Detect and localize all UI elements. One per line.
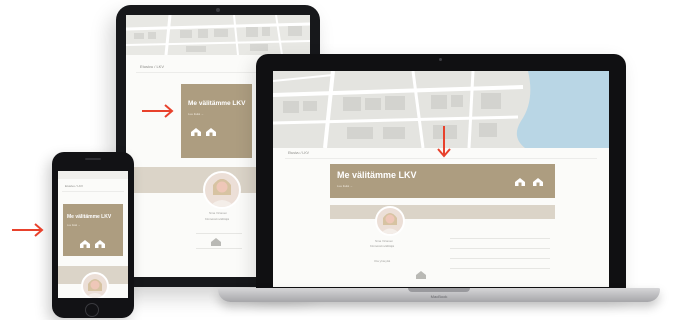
laptop-camera xyxy=(439,58,442,61)
tablet-agent-avatar xyxy=(203,171,241,209)
contact-form-field[interactable] xyxy=(450,238,550,239)
house-icon xyxy=(415,270,427,280)
house-icon xyxy=(532,177,544,187)
phone-status-bar xyxy=(58,171,128,179)
house-icon xyxy=(205,127,217,137)
tablet-divider xyxy=(196,248,242,249)
contact-form-field[interactable] xyxy=(450,268,550,269)
house-icon xyxy=(190,127,202,137)
phone-home-button[interactable] xyxy=(85,303,99,317)
tablet-hero-card: Me välitämme LKV Lue lisää → xyxy=(181,84,252,158)
house-icon xyxy=(210,237,222,247)
arrow-right-icon xyxy=(142,104,174,118)
phone-device: Etusivu / LKV Me välitämme LKV Lue lisää… xyxy=(52,152,134,318)
tablet-map[interactable] xyxy=(126,15,310,55)
arrow-right-icon xyxy=(12,223,44,237)
laptop-card-link[interactable]: Lue lisää → xyxy=(337,184,353,188)
laptop-screen: Etusivu / LKV Me välitämme LKV Lue lisää… xyxy=(273,71,609,287)
laptop-band xyxy=(330,205,555,219)
laptop-agent-role: Kiinteistönvälittäjä xyxy=(370,244,395,248)
laptop-agent-name: Nina Virtanen xyxy=(375,239,394,243)
phone-agent-avatar xyxy=(81,272,109,298)
laptop-base: MacBook xyxy=(218,288,660,302)
phone-speaker xyxy=(85,158,101,160)
laptop-agent-link[interactable]: Ota yhteyttä xyxy=(374,259,390,263)
contact-form-field[interactable] xyxy=(450,248,550,249)
tablet-camera xyxy=(216,8,220,12)
phone-hero-card: Me välitämme LKV Lue lisää → xyxy=(63,204,123,256)
laptop-agent-avatar xyxy=(375,206,405,236)
tablet-agent-name: Nina Virtanen xyxy=(209,211,228,215)
house-icon xyxy=(514,177,526,187)
laptop-card-title: Me välitämme LKV xyxy=(337,170,417,180)
house-icon xyxy=(79,239,91,249)
tablet-card-title: Me välitämme LKV xyxy=(188,100,246,107)
phone-card-title: Me välitämme LKV xyxy=(67,214,112,220)
laptop-breadcrumb[interactable]: Etusivu / LKV xyxy=(288,151,309,155)
tablet-breadcrumb[interactable]: Etusivu / LKV xyxy=(140,64,164,69)
tablet-map-graphic xyxy=(126,15,310,55)
laptop-device: Etusivu / LKV Me välitämme LKV Lue lisää… xyxy=(256,54,626,294)
laptop-brand: MacBook xyxy=(430,294,448,299)
tablet-card-link[interactable]: Lue lisää → xyxy=(188,112,204,116)
phone-divider xyxy=(62,191,124,192)
tablet-divider xyxy=(196,233,242,234)
phone-breadcrumb[interactable]: Etusivu / LKV xyxy=(65,184,83,188)
tablet-agent-role: Kiinteistönvälittäjä xyxy=(205,217,230,221)
phone-card-link[interactable]: Lue lisää → xyxy=(67,224,80,227)
contact-form-field[interactable] xyxy=(450,258,550,259)
laptop-notch xyxy=(408,288,470,292)
arrow-down-icon xyxy=(437,126,451,158)
laptop-hero-card: Me välitämme LKV Lue lisää → xyxy=(330,164,555,198)
house-icon xyxy=(94,239,106,249)
phone-screen: Etusivu / LKV Me välitämme LKV Lue lisää… xyxy=(58,171,128,298)
